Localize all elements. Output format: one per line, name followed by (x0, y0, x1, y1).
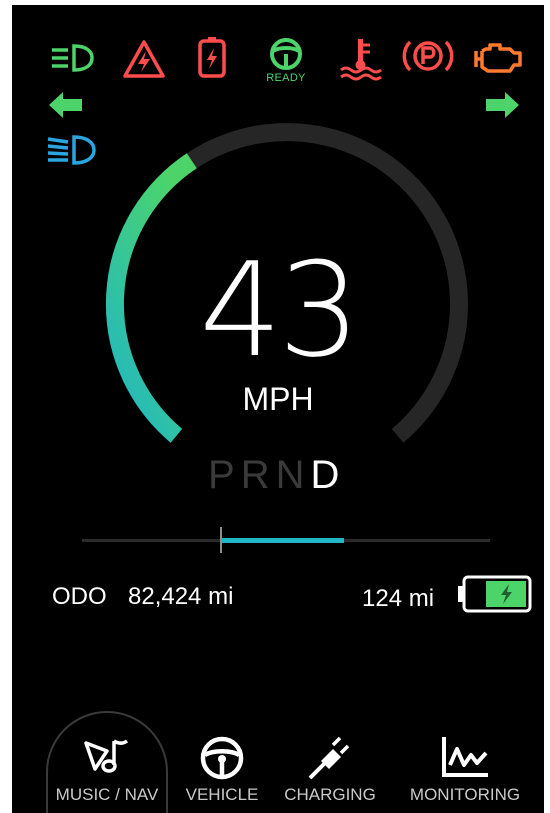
odometer-value: 82,424 mi (128, 583, 234, 610)
gear-p: P (208, 453, 241, 497)
nav-music-nav[interactable]: MUSIC / NAV (46, 705, 168, 813)
speed-value: 43 (199, 234, 360, 386)
nav-vehicle[interactable]: VEHICLE (176, 705, 268, 813)
nav-label: VEHICLE (185, 785, 259, 804)
steering-wheel-icon (199, 735, 245, 786)
dashboard-screen: READY 43 MPH PRND ODO 82,424 mi 124 mi M… (12, 5, 544, 813)
range-value: 124 mi (362, 585, 435, 612)
bottom-navigation: MUSIC / NAV VEHICLE CHARGING MONITORING (12, 705, 544, 813)
music-nav-icon (83, 735, 131, 780)
gear-n: N (275, 453, 311, 497)
power-meter-zero-marker (220, 527, 222, 553)
nav-label: CHARGING (284, 785, 376, 804)
odometer-label: ODO (52, 583, 107, 610)
battery-charge-icon (458, 573, 536, 620)
line-chart-icon (440, 735, 490, 784)
power-meter-fill (222, 538, 344, 543)
gear-d: D (310, 453, 346, 497)
nav-charging[interactable]: CHARGING (278, 705, 382, 813)
gear-selector: PRND (208, 453, 368, 498)
plug-icon (307, 735, 353, 786)
nav-monitoring[interactable]: MONITORING (406, 705, 524, 813)
nav-label: MONITORING (409, 785, 521, 804)
nav-label: MUSIC / NAV (55, 785, 159, 804)
speed-unit: MPH (242, 381, 314, 417)
gear-r: R (240, 453, 276, 497)
